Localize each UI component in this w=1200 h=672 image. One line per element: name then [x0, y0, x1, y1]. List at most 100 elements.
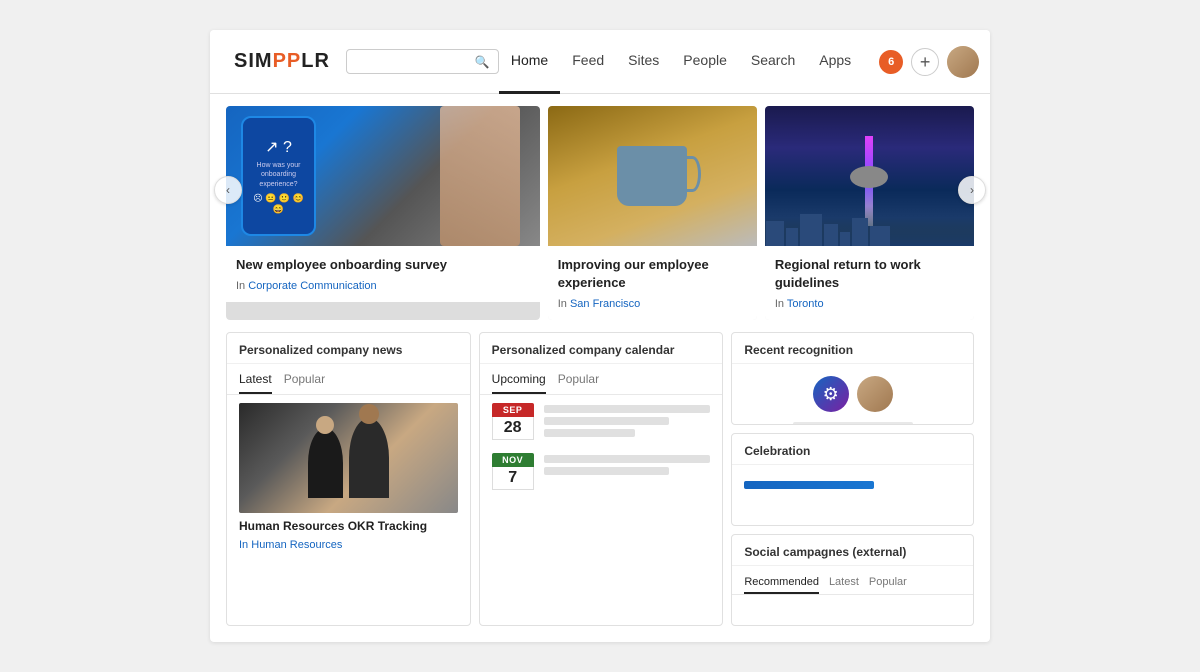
celebration-header: Celebration: [732, 434, 973, 465]
building-3: [800, 214, 822, 246]
cal-lines-2: [544, 453, 711, 479]
user-avatar[interactable]: [947, 46, 979, 78]
social-tab-latest[interactable]: Latest: [829, 572, 859, 594]
celebration-card: Celebration: [731, 433, 974, 526]
logo: SIMPPLR: [234, 50, 330, 73]
news-category: In Human Resources: [239, 539, 458, 551]
slide-3-caption: Regional return to work guidelines In To…: [765, 246, 974, 320]
calendar-header: Personalized company calendar: [480, 333, 723, 364]
recog-line-1: [793, 422, 913, 425]
carousel-next-button[interactable]: ›: [958, 176, 986, 204]
building-2: [786, 228, 798, 246]
news-category-link[interactable]: Human Resources: [251, 539, 342, 551]
recog-avatar-2: [857, 376, 893, 412]
header: SIMPPLR 🔍 Home Feed Sites People Search …: [210, 30, 990, 94]
recognition-avatars: ⚙: [744, 376, 961, 412]
news-image-inner: [239, 403, 458, 513]
carousel-slide-1[interactable]: ↗ ? How was your onboarding experience? …: [226, 106, 540, 320]
news-content: Human Resources OKR Tracking In Human Re…: [227, 395, 470, 559]
cal-lines-1: [544, 403, 711, 441]
calendar-entry-1: SEP 28: [492, 403, 711, 441]
slide-2-category: In San Francisco: [558, 298, 747, 310]
recognition-body: ⚙ Give recognition: [732, 364, 973, 425]
slide-3-image: [765, 106, 974, 246]
building-7: [870, 226, 890, 246]
nav-search[interactable]: Search: [739, 30, 807, 94]
social-tab-popular[interactable]: Popular: [869, 572, 907, 594]
main-nav: Home Feed Sites People Search Apps: [499, 30, 863, 94]
slide-1-category: In Corporate Communication: [236, 280, 530, 292]
slide-3-category: In Toronto: [775, 298, 964, 310]
emoji-row: ☹ 😐 🙂 😊 😄: [247, 193, 310, 215]
slide-1-caption: New employee onboarding survey In Corpor…: [226, 246, 540, 302]
calendar-tab-upcoming[interactable]: Upcoming: [492, 368, 546, 394]
social-header: Social campagnes (external): [732, 535, 973, 566]
phone-icons: ↗ ?: [265, 137, 292, 157]
calendar-card: Personalized company calendar Upcoming P…: [479, 332, 724, 626]
cal-date-1: SEP 28: [492, 403, 534, 440]
news-title: Human Resources OKR Tracking: [239, 519, 458, 535]
notification-badge[interactable]: 6: [879, 50, 903, 74]
cal-line-1c: [544, 429, 636, 437]
header-actions: 6 +: [879, 46, 979, 78]
building-1: [766, 221, 784, 246]
right-column: Recent recognition ⚙ Give recognition: [731, 332, 974, 626]
social-card: Social campagnes (external) Recommended …: [731, 534, 974, 627]
recognition-lines: [744, 422, 961, 425]
phone-graphic: ↗ ? How was your onboarding experience? …: [241, 116, 316, 236]
recognition-card: Recent recognition ⚙ Give recognition: [731, 332, 974, 425]
hero-carousel: ‹ ↗ ? How was your onboarding experience…: [210, 94, 990, 320]
building-5: [840, 232, 850, 246]
building-6: [852, 218, 868, 246]
slide-2-title: Improving our employee experience: [558, 256, 747, 292]
carousel-slide-2[interactable]: Improving our employee experience In San…: [548, 106, 757, 320]
slide-1-image: ↗ ? How was your onboarding experience? …: [226, 106, 540, 246]
news-image: [239, 403, 458, 513]
cal-date-2: NOV 7: [492, 453, 534, 490]
nav-apps[interactable]: Apps: [807, 30, 863, 94]
search-bar[interactable]: 🔍: [346, 49, 499, 74]
carousel-slide-3[interactable]: Regional return to work guidelines In To…: [765, 106, 974, 320]
carousel-slides: ↗ ? How was your onboarding experience? …: [226, 106, 974, 320]
social-tabs: Recommended Latest Popular: [732, 566, 973, 595]
news-card: Personalized company news Latest Popular: [226, 332, 471, 626]
cal-line-1b: [544, 417, 669, 425]
calendar-tabs: Upcoming Popular: [480, 364, 723, 395]
slide-1-title: New employee onboarding survey: [236, 256, 530, 274]
nav-sites[interactable]: Sites: [616, 30, 671, 94]
carousel-prev-button[interactable]: ‹: [214, 176, 242, 204]
slide-2-category-link[interactable]: San Francisco: [570, 298, 640, 310]
nav-feed[interactable]: Feed: [560, 30, 616, 94]
avatar-image: [947, 46, 979, 78]
search-input[interactable]: [355, 54, 475, 69]
search-icon: 🔍: [475, 55, 490, 69]
celebration-bar: [744, 481, 874, 489]
bottom-grid: Personalized company news Latest Popular: [210, 320, 990, 642]
calendar-tab-popular[interactable]: Popular: [558, 368, 599, 394]
add-button[interactable]: +: [911, 48, 939, 76]
news-header: Personalized company news: [227, 333, 470, 364]
cal-line-2b: [544, 467, 669, 475]
slide-3-title: Regional return to work guidelines: [775, 256, 964, 292]
recognition-header: Recent recognition: [732, 333, 973, 364]
survey-text: How was your onboarding experience?: [247, 161, 310, 188]
slide-2-image: [548, 106, 757, 246]
cal-month-1: SEP: [492, 403, 534, 417]
calendar-content: SEP 28 NOV 7: [480, 395, 723, 510]
social-tab-recommended[interactable]: Recommended: [744, 572, 819, 594]
slide-3-category-link[interactable]: Toronto: [787, 298, 824, 310]
cal-line-1a: [544, 405, 711, 413]
cityscape-graphic: [765, 206, 974, 246]
cal-day-1: 28: [492, 417, 534, 440]
nav-people[interactable]: People: [671, 30, 739, 94]
news-tabs: Latest Popular: [227, 364, 470, 395]
news-tab-popular[interactable]: Popular: [284, 368, 325, 394]
cal-month-2: NOV: [492, 453, 534, 467]
people-silhouette: [308, 418, 389, 498]
cal-line-2a: [544, 455, 711, 463]
news-tab-latest[interactable]: Latest: [239, 368, 272, 394]
slide-1-category-link[interactable]: Corporate Communication: [248, 280, 376, 292]
nav-home[interactable]: Home: [499, 30, 560, 94]
coffee-cup-graphic: [617, 146, 687, 206]
cal-day-2: 7: [492, 467, 534, 490]
